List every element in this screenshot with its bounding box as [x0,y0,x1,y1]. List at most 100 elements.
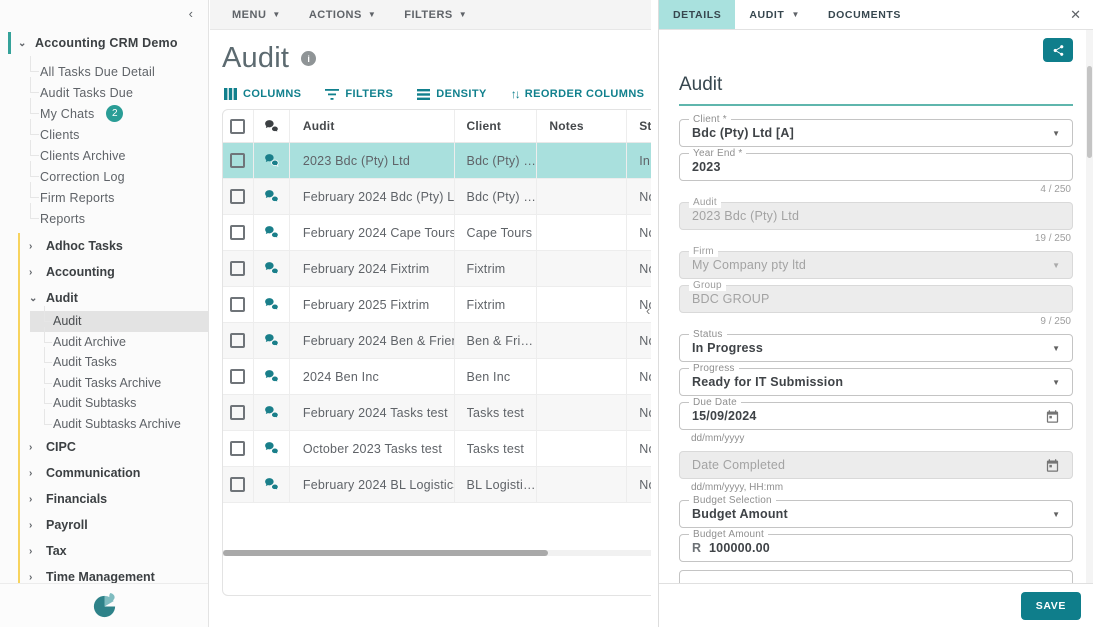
sidebar-item-label: All Tasks Due Detail [40,65,155,79]
column-header-notes[interactable]: Notes [537,110,627,142]
field-input[interactable]: Group BDC GROUP [679,285,1073,313]
sidebar-section[interactable]: › Time Management [20,564,208,583]
chat-icon[interactable] [263,404,280,421]
table-row[interactable]: February 2024 Cape Tours Cape Tours Not … [223,215,651,251]
sidebar-section[interactable]: › Accounting [20,259,208,285]
columns-button[interactable]: COLUMNS [224,87,301,101]
table-row[interactable]: February 2024 BL Logistics BL Logistics … [223,467,651,503]
sidebar-item[interactable]: Audit Subtasks Archive [20,414,208,435]
table-row[interactable]: October 2023 Tasks test Tasks test Not S… [223,431,651,467]
sidebar-collapse-icon[interactable]: ‹ [189,6,193,21]
reorder-columns-label: REORDER COLUMNS [525,88,645,100]
chat-icon[interactable] [263,368,280,385]
sidebar-section[interactable]: › Payroll [20,512,208,538]
chat-icon[interactable] [263,152,280,169]
row-checkbox[interactable] [230,225,245,240]
table-row[interactable]: February 2025 Fixtrim Fixtrim Not Starte… [223,287,651,323]
row-checkbox[interactable] [230,297,245,312]
column-header-client[interactable]: Client [455,110,538,142]
save-button[interactable]: SAVE [1021,592,1081,620]
chat-icon[interactable] [263,296,280,313]
close-icon[interactable]: ✕ [1070,7,1081,23]
row-checkbox[interactable] [230,441,245,456]
chat-icon[interactable] [263,224,280,241]
chat-icon[interactable] [263,476,280,493]
cell-status: Not Started [627,431,651,466]
field-input[interactable]: Budget Amount R 100000.00 [679,534,1073,562]
dropdown-caret-icon[interactable]: ▼ [1052,378,1060,387]
sidebar-item[interactable]: Audit [30,311,208,332]
cell-audit: February 2024 BL Logistics [290,467,455,502]
field-value: 2023 [692,160,1060,174]
field-input[interactable]: Client * Bdc (Pty) Ltd [A] ▼ [679,119,1073,147]
menu-button[interactable]: MENU ▼ [232,9,281,21]
row-checkbox[interactable] [230,477,245,492]
field-input[interactable]: Firm My Company pty ltd ▼ [679,251,1073,279]
tab-details[interactable]: DETAILS [659,0,735,29]
table-row[interactable]: 2023 Bdc (Pty) Ltd Bdc (Pty) Ltd [A] In … [223,143,651,179]
chat-icon[interactable] [263,260,280,277]
table-row[interactable]: February 2024 Ben & Friends Ben & Friend… [223,323,651,359]
form-field: Audit 2023 Bdc (Pty) Ltd 19 / 250 [679,202,1073,245]
reorder-columns-button[interactable]: ↑↓ REORDER COLUMNS [511,87,645,101]
dropdown-caret-icon[interactable]: ▼ [1052,344,1060,353]
dropdown-caret-icon[interactable]: ▼ [1052,510,1060,519]
cell-audit: October 2023 Tasks test [290,431,455,466]
field-input[interactable]: Progress Ready for IT Submission ▼ [679,368,1073,396]
form-fields: Client * Bdc (Pty) Ltd [A] ▼ Year End * … [679,119,1073,583]
row-checkbox[interactable] [230,261,245,276]
dropdown-caret-icon[interactable]: ▼ [1052,129,1060,138]
chat-count-badge: 2 [106,105,123,122]
calendar-icon[interactable] [1045,458,1060,473]
field-input[interactable]: Due Date 15/09/2024 [679,402,1073,430]
table-row[interactable]: February 2024 Fixtrim Fixtrim Not Starte… [223,251,651,287]
dropdown-caret-icon[interactable]: ▼ [1052,261,1060,270]
actions-button[interactable]: ACTIONS ▼ [309,9,376,21]
info-icon[interactable]: i [301,51,316,66]
sidebar-section[interactable]: › Adhoc Tasks [20,233,208,259]
row-checkbox[interactable] [230,189,245,204]
row-checkbox[interactable] [230,153,245,168]
cell-status: Not Started [627,323,651,358]
sidebar-section[interactable]: › Financials [20,486,208,512]
sidebar-section[interactable]: › CIPC [20,434,208,460]
density-button[interactable]: DENSITY [417,87,486,101]
share-button[interactable] [1043,38,1073,62]
chat-icon[interactable] [263,332,280,349]
sidebar-item[interactable]: Reports [0,208,208,229]
column-header-audit[interactable]: Audit [290,110,455,142]
row-checkbox[interactable] [230,369,245,384]
filters-menu-button[interactable]: FILTERS ▼ [404,9,467,21]
cell-client-text: Fixtrim [467,262,506,276]
filters-button[interactable]: FILTERS [325,87,393,101]
field-label: Firm [689,246,718,257]
sidebar-section[interactable]: › Tax [20,538,208,564]
select-all-checkbox[interactable] [230,119,245,134]
row-checkbox[interactable] [230,333,245,348]
field-input[interactable]: Budget Selection Budget Amount ▼ [679,500,1073,528]
field-input[interactable]: Audit 2023 Bdc (Pty) Ltd [679,202,1073,230]
sidebar-root-accounting-crm-demo[interactable]: ⌄ Accounting CRM Demo [8,32,208,54]
panel-collapse-icon[interactable]: ‹ [646,303,650,318]
sidebar-item-label: Firm Reports [40,191,115,205]
sidebar-section[interactable]: › Communication [20,460,208,486]
calendar-icon[interactable] [1045,409,1060,424]
column-header-status[interactable]: Status [627,110,651,142]
field-input[interactable]: Year End * 2023 [679,153,1073,181]
table-body: 2023 Bdc (Pty) Ltd Bdc (Pty) Ltd [A] In … [223,143,651,503]
field-input[interactable]: Date Completed [679,451,1073,479]
sidebar-section-label: CIPC [46,440,76,454]
horizontal-scrollbar-thumb[interactable] [223,550,548,556]
table-row[interactable]: 2024 Ben Inc Ben Inc Not Started [223,359,651,395]
chat-icon[interactable] [263,440,280,457]
chat-icon[interactable] [263,188,280,205]
tab-audit[interactable]: AUDIT ▼ [735,0,814,29]
field-input[interactable]: Status In Progress ▼ [679,334,1073,362]
details-panel: DETAILS AUDIT ▼ DOCUMENTS ✕ Audit Client… [658,0,1093,627]
row-checkbox[interactable] [230,405,245,420]
density-label: DENSITY [436,88,486,100]
tab-documents[interactable]: DOCUMENTS [814,0,915,29]
vertical-scrollbar-thumb[interactable] [1087,66,1092,158]
table-row[interactable]: February 2024 Tasks test Tasks test Not … [223,395,651,431]
table-row[interactable]: February 2024 Bdc (Pty) Ltd Bdc (Pty) Lt… [223,179,651,215]
